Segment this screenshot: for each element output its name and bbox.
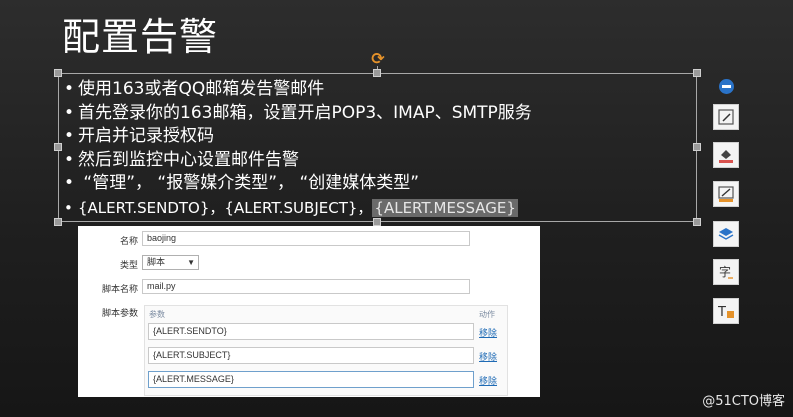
- slide-title: 配置告警: [62, 15, 219, 59]
- bullet-item: • 开启并记录授权码: [64, 126, 214, 146]
- bullet-item: • {ALERT.SENDTO}，{ALERT.SUBJECT}， {ALERT.M…: [64, 198, 518, 217]
- text-resize-icon: T: [718, 305, 734, 319]
- name-label: 名称: [119, 236, 138, 246]
- chevron-down-icon: ▼: [187, 258, 195, 267]
- layers-button[interactable]: [713, 221, 739, 247]
- remove-link[interactable]: 移除: [479, 374, 497, 387]
- fill-color-button[interactable]: [713, 142, 739, 168]
- fill-color-icon: [719, 150, 733, 163]
- highlighted-text: {ALERT.MESSAGE}: [372, 198, 518, 217]
- resize-handle-mr[interactable]: [693, 143, 701, 151]
- script-params-label: 脚本参数: [101, 308, 138, 318]
- param-input-active[interactable]: {ALERT.MESSAGE}: [148, 371, 474, 388]
- edit-shape-icon: [718, 109, 734, 125]
- script-name-input[interactable]: mail.py: [142, 279, 470, 294]
- script-name-label: 脚本名称: [101, 284, 138, 294]
- param-input[interactable]: {ALERT.SUBJECT}: [148, 347, 474, 364]
- remove-link[interactable]: 移除: [479, 326, 497, 339]
- text-options-icon: 字: [719, 264, 733, 279]
- bullet-item: • 使用163或者QQ邮箱发告警邮件: [64, 79, 325, 99]
- embedded-form-screenshot: 名称 baojing 类型 脚本 ▼ 脚本名称 mail.py 脚本参数 参数 …: [78, 226, 540, 397]
- line-color-icon: [718, 186, 734, 202]
- bullet-item: • “管理”， “报警媒介类型”， “创建媒体类型”: [64, 173, 420, 193]
- resize-handle-ml[interactable]: [54, 143, 62, 151]
- edit-shape-button[interactable]: [713, 104, 739, 130]
- collapse-icon[interactable]: [719, 79, 734, 94]
- type-label: 类型: [119, 260, 138, 270]
- text-resize-button[interactable]: T: [713, 298, 739, 324]
- resize-handle-tl[interactable]: [54, 69, 62, 77]
- layers-icon: [718, 228, 734, 240]
- resize-handle-tr[interactable]: [693, 69, 701, 77]
- resize-handle-bl[interactable]: [54, 218, 62, 226]
- remove-link[interactable]: 移除: [479, 350, 497, 363]
- bullet-item: • 然后到监控中心设置邮件告警: [64, 149, 299, 170]
- name-input[interactable]: baojing: [142, 231, 470, 246]
- resize-handle-tc[interactable]: [373, 69, 381, 77]
- resize-handle-br[interactable]: [693, 218, 701, 226]
- col-param-header: 参数: [149, 310, 165, 319]
- params-table: 参数 动作 {ALERT.SENDTO} 移除 {ALERT.SUBJECT} …: [144, 305, 508, 396]
- bullet-item: • 首先登录你的163邮箱，设置开启POP3、IMAP、SMTP服务: [64, 102, 532, 123]
- bullet-list[interactable]: • 使用163或者QQ邮箱发告警邮件 • 首先登录你的163邮箱，设置开启POP3、…: [64, 78, 694, 220]
- type-select-value: 脚本: [147, 257, 166, 267]
- svg-text:字: 字: [719, 264, 731, 279]
- watermark-text: @51CTO博客: [702, 394, 785, 409]
- line-color-button[interactable]: [713, 181, 739, 207]
- rotate-handle-icon[interactable]: ⟳: [370, 51, 386, 67]
- svg-text:T: T: [718, 305, 726, 319]
- param-input[interactable]: {ALERT.SENDTO}: [148, 323, 474, 340]
- type-select[interactable]: 脚本 ▼: [142, 255, 199, 270]
- col-action-header: 动作: [479, 310, 495, 319]
- text-options-button[interactable]: 字: [713, 259, 739, 285]
